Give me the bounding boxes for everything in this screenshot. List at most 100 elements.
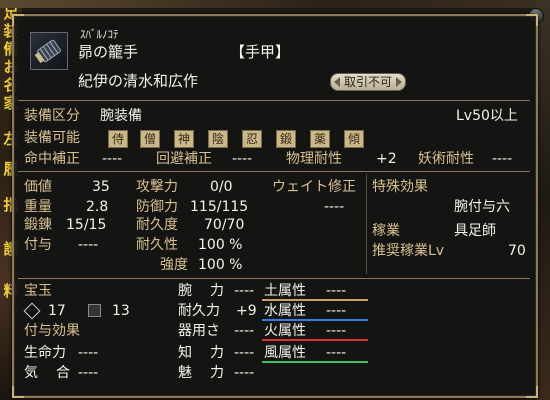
job-badge-ninja: 忍 xyxy=(242,130,262,148)
wind-attr-label: 風属性 xyxy=(264,345,306,361)
job-badge-kabuki: 傾 xyxy=(344,130,364,148)
life-value: ---- xyxy=(78,345,99,361)
arm-label-2: 力 xyxy=(210,283,224,299)
equip-category-label: 装備区分 xyxy=(24,108,80,124)
strength-label: 強度 xyxy=(160,257,188,273)
job-badge-samurai: 侍 xyxy=(108,130,128,148)
hit-correction-value: ---- xyxy=(102,151,123,167)
background-top-strip xyxy=(0,0,550,8)
special-effect-title: 特殊効果 xyxy=(372,179,428,195)
corner-ornament xyxy=(526,14,538,26)
wind-attr-value: ---- xyxy=(326,345,347,361)
item-maker: 紀伊の清水和広作 xyxy=(78,72,199,90)
corner-ornament xyxy=(526,386,538,398)
job-badge-onmyoji: 陰 xyxy=(208,130,228,148)
special-effect-value: 腕付与六 xyxy=(454,199,510,215)
physical-resist-value: +2 xyxy=(376,151,397,167)
gem-slot-diamond-icon xyxy=(23,302,41,320)
hit-correction-label: 命中補正 xyxy=(24,151,80,167)
strength-value: 100 % xyxy=(198,257,243,273)
item-name: 昴の籠手 xyxy=(78,43,139,61)
water-underline xyxy=(262,319,368,321)
water-attr-label: 水属性 xyxy=(264,303,306,319)
equip-category-value: 腕装備 xyxy=(100,108,142,124)
imbue-label: 付与 xyxy=(24,237,52,253)
forge-label: 鍛錬 xyxy=(24,217,52,233)
trade-seal-text: 取引不可 xyxy=(343,75,392,89)
item-furigana: ｽﾊﾞﾙﾉｺﾃ xyxy=(80,28,119,41)
evade-correction-label: 回避補正 xyxy=(156,151,212,167)
job-badge-monk: 僧 xyxy=(140,130,160,148)
trade-restriction-badge: 取引不可 xyxy=(330,73,406,91)
intellect-value: ---- xyxy=(234,345,255,361)
imbue-value: ---- xyxy=(78,237,99,253)
durability-label: 耐久度 xyxy=(136,217,178,233)
level-requirement: Lv50以上 xyxy=(456,108,518,124)
defense-label: 防御力 xyxy=(136,199,178,215)
weight-mod-value: ---- xyxy=(324,199,345,215)
physical-resist-label: 物理耐性 xyxy=(286,151,342,167)
forge-value: 15/15 xyxy=(66,217,107,233)
divider xyxy=(18,171,530,172)
magic-resist-value: ---- xyxy=(492,151,513,167)
weight-label: 重量 xyxy=(24,199,52,215)
intellect-label-2: 力 xyxy=(210,345,224,361)
imbue-effects-title: 付与効果 xyxy=(24,323,80,339)
weight-mod-label: ウェイト修正 xyxy=(272,179,356,195)
wind-underline xyxy=(262,361,368,363)
arrow-right-icon xyxy=(396,77,402,87)
ki-value: ---- xyxy=(78,365,99,381)
arm-label: 腕 xyxy=(178,283,192,299)
ki-label-1: 気 xyxy=(24,365,38,381)
evade-correction-value: ---- xyxy=(232,151,253,167)
divider xyxy=(18,100,530,101)
column-divider xyxy=(366,174,367,274)
intellect-label: 知 xyxy=(178,345,192,361)
item-type: 【手甲】 xyxy=(230,43,291,61)
earth-attr-value: ---- xyxy=(326,283,347,299)
fire-underline xyxy=(262,339,368,341)
price-label: 価値 xyxy=(24,179,52,195)
equip-jobs-label: 装備可能 xyxy=(24,130,80,146)
profession-value: 具足師 xyxy=(454,223,496,239)
ki-label-2: 合 xyxy=(56,365,70,381)
background-right-strip xyxy=(536,0,550,400)
job-badge-medic: 薬 xyxy=(310,130,330,148)
stamina-label: 耐久力 xyxy=(178,303,220,319)
corner-ornament xyxy=(12,386,24,398)
arrow-left-icon xyxy=(334,77,340,87)
life-label: 生命力 xyxy=(24,345,66,361)
endurance-value: 100 % xyxy=(198,237,243,253)
endurance-label: 耐久性 xyxy=(136,237,178,253)
earth-underline xyxy=(262,299,368,301)
water-attr-value: ---- xyxy=(326,303,347,319)
divider xyxy=(18,278,530,279)
durability-value: 70/70 xyxy=(204,217,245,233)
gem-slot1-value: 17 xyxy=(48,303,66,319)
charm-label-2: 力 xyxy=(210,365,224,381)
corner-ornament xyxy=(12,14,24,26)
stamina-value: +9 xyxy=(236,303,257,319)
dexterity-label: 器用さ xyxy=(178,323,220,339)
charm-value: ---- xyxy=(234,365,255,381)
price-value: 35 xyxy=(92,179,110,195)
earth-attr-label: 土属性 xyxy=(264,283,306,299)
item-tooltip-panel: ｽﾊﾞﾙﾉｺﾃ 昴の籠手 【手甲】 紀伊の清水和広作 取引不可 装備区分 腕装備… xyxy=(12,14,538,398)
gem-slot-square-icon xyxy=(88,304,101,317)
recommended-level-value: 70 xyxy=(508,243,526,259)
magic-resist-label: 妖術耐性 xyxy=(418,151,474,167)
dexterity-value: ---- xyxy=(234,323,255,339)
job-badge-priest: 神 xyxy=(174,130,194,148)
gem-slot2-value: 13 xyxy=(112,303,130,319)
recommended-level-label: 推奨稼業Lv xyxy=(372,243,445,259)
charm-label: 魅 xyxy=(178,365,192,381)
fire-attr-label: 火属性 xyxy=(264,323,306,339)
gauntlet-icon xyxy=(30,32,68,70)
job-badge-smith: 鍛 xyxy=(276,130,296,148)
gem-label: 宝玉 xyxy=(24,283,52,299)
defense-value: 115/115 xyxy=(190,199,249,215)
arm-value: ---- xyxy=(234,283,255,299)
profession-label: 稼業 xyxy=(372,223,400,239)
attack-label: 攻撃力 xyxy=(136,179,178,195)
weight-value: 2.8 xyxy=(86,199,109,215)
